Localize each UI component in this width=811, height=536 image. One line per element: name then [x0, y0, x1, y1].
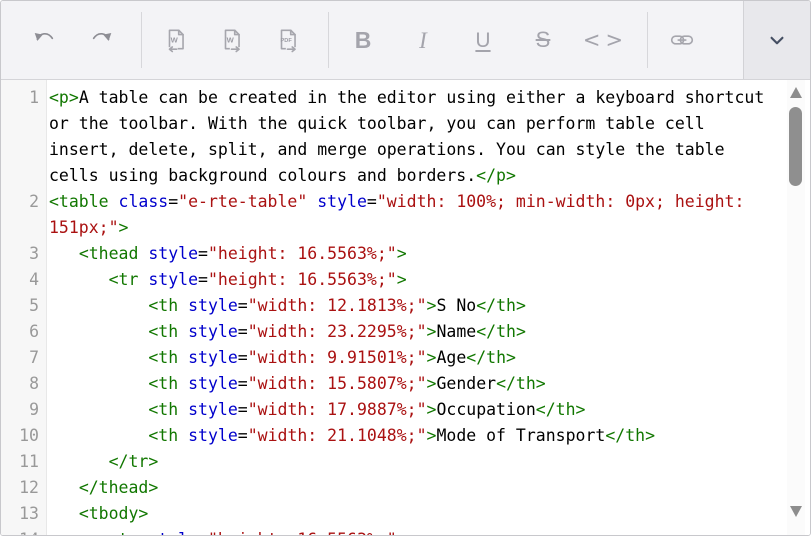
insert-link-button[interactable] — [662, 17, 702, 63]
code-view-icon: <> — [583, 30, 628, 51]
code-line-12: 12 </thead> — [1, 475, 810, 501]
scroll-up-arrow-icon[interactable] — [790, 87, 802, 98]
code-line-13: 13 <tbody> — [1, 501, 810, 527]
line-number: 8 — [1, 371, 46, 397]
code-line-14: 14 <tr style="height: 16.5563%;"> — [1, 527, 810, 535]
code-line-4: 4 <tr style="height: 16.5563%;"> — [1, 267, 810, 293]
code-text: <table class="e-rte-table" style="width:… — [46, 189, 777, 241]
code-line-1: 1<p>A table can be created in the editor… — [1, 85, 810, 189]
code-line-7: 7 <th style="width: 9.91501%;">Age</th> — [1, 345, 810, 371]
redo-icon — [88, 27, 114, 53]
code-view-area: 1<p>A table can be created in the editor… — [1, 80, 810, 535]
toolbar-main: W W PDF — [1, 1, 743, 79]
line-number: 7 — [1, 345, 46, 371]
chevron-down-icon — [764, 27, 790, 53]
toolbar-separator — [647, 12, 648, 68]
code-text: <th style="width: 12.1813%;">S No</th> — [46, 293, 777, 319]
code-text: <tbody> — [46, 501, 777, 527]
code-editor[interactable]: 1<p>A table can be created in the editor… — [1, 80, 810, 535]
code-line-2: 2<table class="e-rte-table" style="width… — [1, 189, 810, 241]
code-view-button[interactable]: <> — [583, 17, 623, 63]
line-number: 12 — [1, 475, 46, 501]
export-pdf-button[interactable]: PDF — [268, 17, 308, 63]
line-number: 2 — [1, 189, 46, 241]
pdf-export-icon: PDF — [275, 27, 301, 53]
redo-button[interactable] — [81, 17, 121, 63]
code-text: <thead style="height: 16.5563%;"> — [46, 241, 777, 267]
word-export-icon: W — [219, 27, 245, 53]
word-import-label: W — [171, 36, 179, 45]
line-number: 11 — [1, 449, 46, 475]
bold-icon: B — [355, 29, 372, 52]
undo-button[interactable] — [25, 17, 65, 63]
scroll-down-arrow-icon[interactable] — [790, 506, 802, 517]
line-number: 9 — [1, 397, 46, 423]
line-number: 6 — [1, 319, 46, 345]
italic-icon: I — [419, 29, 427, 52]
toolbar: W W PDF — [1, 1, 810, 80]
line-number: 3 — [1, 241, 46, 267]
export-word-button[interactable]: W — [212, 17, 252, 63]
italic-button[interactable]: I — [403, 17, 443, 63]
import-word-button[interactable]: W — [156, 17, 196, 63]
code-text: </tr> — [46, 449, 777, 475]
word-export-label: W — [227, 36, 235, 45]
code-line-5: 5 <th style="width: 12.1813%;">S No</th> — [1, 293, 810, 319]
code-line-9: 9 <th style="width: 17.9887%;">Occupatio… — [1, 397, 810, 423]
code-text: <tr style="height: 16.5563%;"> — [46, 527, 777, 535]
toolbar-separator — [141, 12, 142, 68]
bold-button[interactable]: B — [343, 17, 383, 63]
underline-button[interactable]: U — [463, 17, 503, 63]
link-icon — [669, 27, 695, 53]
code-text: <th style="width: 21.1048%;">Mode of Tra… — [46, 423, 777, 449]
code-text: <th style="width: 9.91501%;">Age</th> — [46, 345, 777, 371]
line-number: 1 — [1, 85, 46, 189]
line-number: 13 — [1, 501, 46, 527]
code-text: <tr style="height: 16.5563%;"> — [46, 267, 777, 293]
code-text: <th style="width: 23.2295%;">Name</th> — [46, 319, 777, 345]
toolbar-expand-button[interactable] — [743, 1, 810, 79]
undo-icon — [32, 27, 58, 53]
rich-text-editor: W W PDF — [0, 0, 811, 536]
underline-icon: U — [475, 30, 490, 51]
line-number: 10 — [1, 423, 46, 449]
code-line-6: 6 <th style="width: 23.2295%;">Name</th> — [1, 319, 810, 345]
code-line-10: 10 <th style="width: 21.1048%;">Mode of … — [1, 423, 810, 449]
toolbar-separator — [328, 12, 329, 68]
scrollbar-thumb[interactable] — [789, 107, 802, 186]
strikethrough-icon: S — [536, 29, 551, 51]
code-line-8: 8 <th style="width: 15.5807%;">Gender</t… — [1, 371, 810, 397]
line-number: 5 — [1, 293, 46, 319]
line-number: 14 — [1, 527, 46, 535]
vertical-scrollbar[interactable] — [787, 80, 805, 535]
code-text: <th style="width: 15.5807%;">Gender</th> — [46, 371, 777, 397]
code-text: </thead> — [46, 475, 777, 501]
pdf-export-label: PDF — [281, 38, 293, 44]
code-line-11: 11 </tr> — [1, 449, 810, 475]
line-number: 4 — [1, 267, 46, 293]
code-line-3: 3 <thead style="height: 16.5563%;"> — [1, 241, 810, 267]
strikethrough-button[interactable]: S — [523, 17, 563, 63]
code-text: <th style="width: 17.9887%;">Occupation<… — [46, 397, 777, 423]
word-import-icon: W — [163, 27, 189, 53]
code-text: <p>A table can be created in the editor … — [46, 85, 777, 189]
